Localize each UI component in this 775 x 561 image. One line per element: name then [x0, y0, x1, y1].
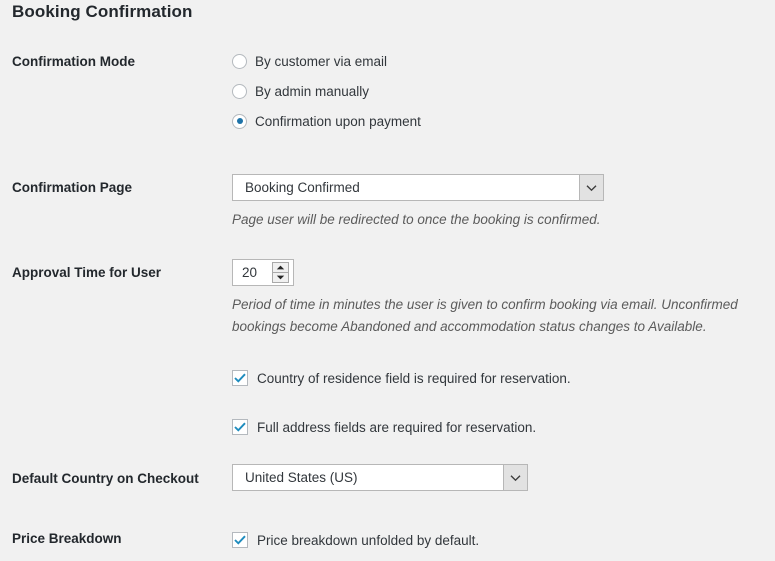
confirmation-page-label: Confirmation Page: [12, 180, 133, 195]
radio-by-admin-manually[interactable]: [232, 83, 247, 99]
address-required-checkbox-line[interactable]: Full address fields are required for res…: [232, 416, 536, 438]
default-country-field: United States (US): [232, 464, 528, 491]
radio-label-confirmation-upon-payment: Confirmation upon payment: [255, 113, 421, 129]
approval-time-label: Approval Time for User: [12, 265, 162, 280]
approval-time-description-line-1: Period of time in minutes the user is gi…: [232, 297, 738, 312]
default-country-label: Default Country on Checkout: [12, 471, 199, 486]
confirmation-page-selected-value: Booking Confirmed: [245, 180, 360, 195]
address-required-field: Full address fields are required for res…: [232, 416, 536, 438]
chevron-down-icon[interactable]: [579, 175, 603, 200]
approval-time-field: 20 Period of time in minutes the user is…: [232, 259, 738, 338]
approval-time-description-line-2: bookings become Abandoned and accommodat…: [232, 319, 707, 334]
address-required-label: Full address fields are required for res…: [257, 419, 537, 435]
country-required-checkbox-line[interactable]: Country of residence field is required f…: [232, 367, 571, 389]
page-title: Booking Confirmation: [12, 2, 193, 21]
booking-confirmation-settings-page: Booking Confirmation Confirmation Mode B…: [0, 0, 775, 561]
caret-up-icon[interactable]: [273, 263, 288, 273]
approval-time-value[interactable]: 20: [233, 265, 257, 280]
price-breakdown-checkbox-label: Price breakdown unfolded by default.: [257, 532, 480, 548]
chevron-down-icon[interactable]: [503, 465, 527, 490]
radio-option-confirmation-upon-payment[interactable]: Confirmation upon payment: [232, 110, 421, 132]
price-breakdown-label: Price Breakdown: [12, 531, 122, 546]
default-country-select[interactable]: United States (US): [232, 464, 528, 491]
radio-label-by-admin-manually: By admin manually: [255, 83, 370, 99]
price-breakdown-field: Price breakdown unfolded by default.: [232, 529, 479, 551]
price-breakdown-checkbox-line[interactable]: Price breakdown unfolded by default.: [232, 529, 479, 551]
country-required-label: Country of residence field is required f…: [257, 370, 571, 386]
confirmation-mode-label: Confirmation Mode: [12, 54, 135, 69]
approval-time-spinner-buttons[interactable]: [272, 262, 289, 283]
radio-by-customer-via-email[interactable]: [232, 53, 247, 69]
address-required-checkbox[interactable]: [232, 419, 248, 435]
approval-time-stepper[interactable]: 20: [232, 259, 294, 286]
confirmation-page-field: Booking Confirmed Page user will be redi…: [232, 174, 604, 231]
default-country-selected-value: United States (US): [245, 470, 358, 485]
radio-option-by-admin-manually[interactable]: By admin manually: [232, 80, 421, 102]
confirmation-page-select[interactable]: Booking Confirmed: [232, 174, 604, 201]
radio-confirmation-upon-payment[interactable]: [232, 113, 247, 129]
radio-label-by-customer-via-email: By customer via email: [255, 53, 388, 69]
confirmation-mode-options: By customer via email By admin manually …: [232, 50, 421, 140]
confirmation-page-description: Page user will be redirected to once the…: [232, 212, 601, 227]
caret-down-icon[interactable]: [273, 273, 288, 282]
country-required-field: Country of residence field is required f…: [232, 367, 571, 389]
price-breakdown-checkbox[interactable]: [232, 532, 248, 548]
country-required-checkbox[interactable]: [232, 370, 248, 386]
radio-option-by-customer-via-email[interactable]: By customer via email: [232, 50, 421, 72]
